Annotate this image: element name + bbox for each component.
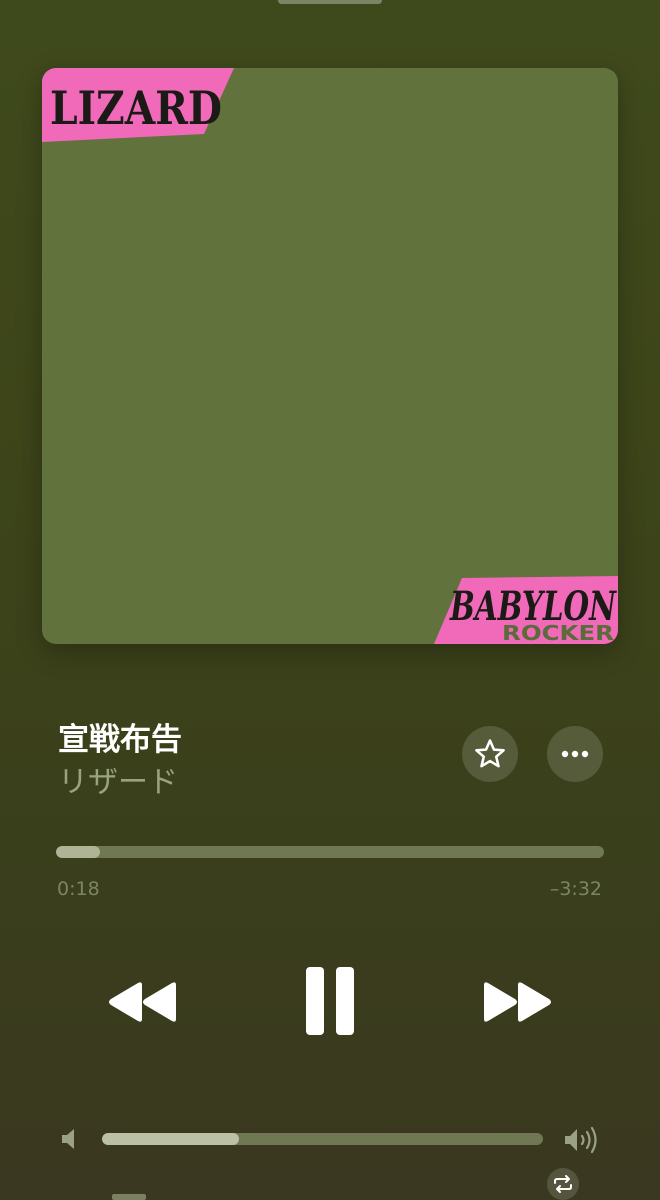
volume-slider[interactable] [102, 1133, 543, 1145]
airplay-icon[interactable] [112, 1194, 146, 1200]
sheet-grabber[interactable] [278, 0, 382, 4]
ellipsis-icon [561, 750, 589, 758]
rewind-icon [109, 982, 176, 1022]
rewind-button[interactable] [100, 972, 184, 1032]
repeat-button[interactable] [547, 1168, 579, 1200]
more-button[interactable] [547, 726, 603, 782]
remaining-time: –3:32 [549, 878, 602, 900]
album-artwork-graphic: LIZARD BABYLON ROCKER [42, 68, 618, 644]
elapsed-time: 0:18 [57, 878, 100, 900]
pause-icon [306, 967, 354, 1035]
fast-forward-button[interactable] [476, 972, 560, 1032]
volume-min-button[interactable] [60, 1128, 78, 1150]
album-artwork: LIZARD BABYLON ROCKER [42, 68, 618, 644]
speaker-wave-icon [565, 1126, 597, 1154]
volume-max-button[interactable] [563, 1126, 601, 1154]
star-icon [475, 739, 505, 768]
artist-name[interactable]: リザード [58, 757, 178, 801]
speaker-icon [62, 1129, 74, 1149]
top-label-text: LIZARD [50, 81, 222, 135]
repeat-icon [554, 1175, 572, 1193]
song-title: 宣戦布告 [58, 722, 182, 758]
progress-bar[interactable] [56, 846, 604, 858]
progress-fill [56, 846, 100, 858]
fast-forward-icon [484, 982, 551, 1022]
volume-fill [102, 1133, 239, 1145]
bottom-label-text-2: ROCKER [502, 621, 614, 644]
pause-button[interactable] [296, 962, 364, 1040]
favorite-button[interactable] [462, 726, 518, 782]
